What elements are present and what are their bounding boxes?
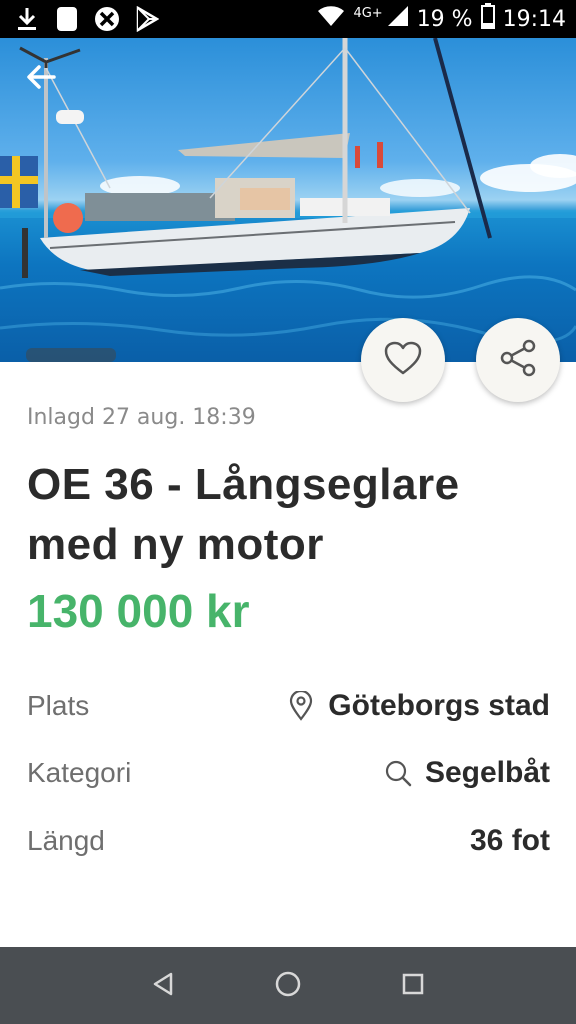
download-icon [14, 6, 40, 32]
signal-icon [387, 5, 409, 33]
moon-icon [54, 6, 80, 32]
detail-row-category: Kategori Segelbåt [27, 748, 550, 798]
favorite-button[interactable] [361, 318, 445, 402]
status-bar: 4G+ 19 % 19:14 [0, 0, 576, 38]
listing-title: OE 36 - Långseglare med ny motor [27, 460, 460, 569]
detail-label: Kategori [27, 757, 132, 788]
back-button[interactable] [26, 64, 64, 102]
recents-square-icon [401, 972, 425, 1000]
posted-date: Inlagd 27 aug. 18:39 [27, 405, 256, 430]
detail-row-location: Plats Göteborgs stad [27, 681, 550, 731]
share-button[interactable] [476, 318, 560, 402]
detail-row-length: Längd 36 fot [27, 816, 550, 866]
detail-value[interactable]: Göteborgs stad [328, 689, 550, 723]
listing-image[interactable] [0, 38, 576, 362]
back-triangle-icon [151, 971, 175, 1001]
no-sound-icon [94, 6, 120, 32]
detail-label: Plats [27, 690, 90, 721]
home-circle-icon [274, 970, 302, 1002]
location-pin-icon [286, 691, 316, 721]
battery-icon [480, 3, 495, 35]
wifi-icon [317, 5, 345, 33]
search-icon [383, 758, 413, 788]
detail-value: 36 fot [469, 824, 550, 857]
system-nav-bar [0, 947, 576, 1024]
network-type: 4G+ [353, 5, 383, 21]
play-store-icon [134, 6, 160, 32]
clock: 19:14 [502, 6, 566, 32]
share-icon [498, 338, 538, 382]
battery-level: 19 % [416, 6, 473, 32]
heart-icon [383, 340, 423, 380]
detail-value[interactable]: Segelbåt [425, 756, 550, 790]
sailboat-photo [0, 38, 576, 362]
nav-back-button[interactable] [143, 966, 183, 1006]
nav-home-button[interactable] [268, 966, 308, 1006]
listing-price: 130 000 kr [27, 585, 250, 637]
nav-recents-button[interactable] [393, 966, 433, 1006]
detail-label: Längd [27, 825, 105, 856]
